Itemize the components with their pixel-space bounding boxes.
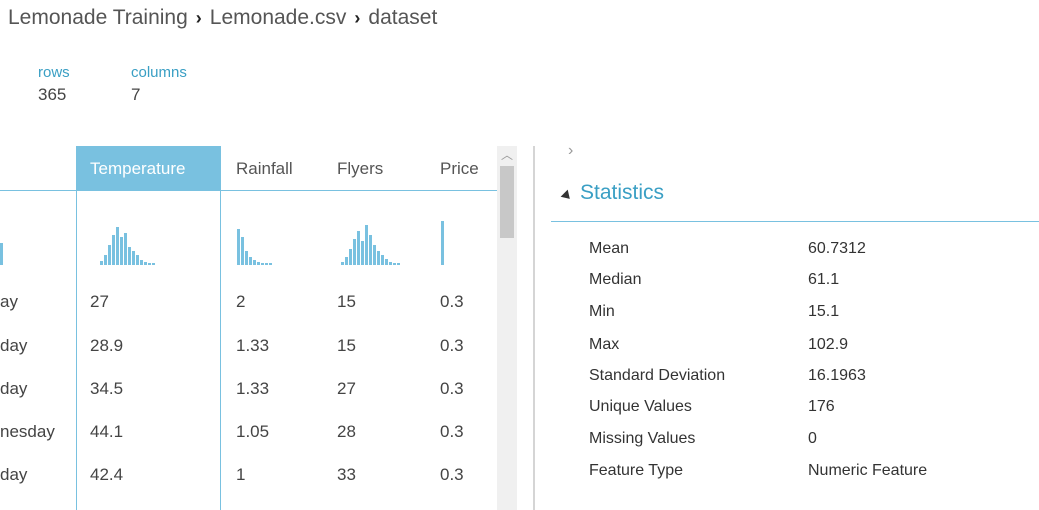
stat-key-mean: Mean	[589, 240, 630, 257]
breadcrumb-item-experiment[interactable]: Lemonade Training	[8, 6, 188, 29]
stat-key-min: Min	[589, 303, 615, 320]
row-label: ay	[0, 292, 18, 311]
panel-divider[interactable]	[533, 146, 535, 510]
cell-price: 0.3	[440, 292, 464, 311]
cell-price: 0.3	[440, 379, 464, 398]
breadcrumb-item-file[interactable]: Lemonade.csv	[210, 6, 347, 29]
rows-value: 365	[38, 85, 67, 104]
histogram-flyers[interactable]	[341, 217, 406, 265]
row-label: day	[0, 379, 28, 398]
cell-rainfall: 2	[236, 292, 246, 311]
column-header-price[interactable]: Price	[440, 146, 479, 191]
column-header-rainfall[interactable]: Rainfall	[236, 146, 293, 191]
column-header-flyers[interactable]: Flyers	[337, 146, 383, 191]
cell-temperature: 44.1	[90, 422, 124, 441]
rows-count: rows 365	[38, 64, 70, 105]
collapse-triangle-icon[interactable]	[560, 189, 574, 203]
cell-temperature: 34.5	[90, 379, 124, 398]
stat-key-max: Max	[589, 336, 620, 353]
statistics-title[interactable]: Statistics	[580, 181, 664, 205]
cell-temperature: 42.4	[90, 465, 124, 484]
cell-rainfall: 1.05	[236, 422, 270, 441]
stat-value-mean: 60.7312	[808, 240, 866, 257]
histogram-temperature[interactable]	[100, 217, 160, 265]
column-header-temperature[interactable]: Temperature	[76, 146, 220, 191]
cell-flyers: 15	[337, 292, 356, 311]
stat-value-max: 102.9	[808, 336, 849, 353]
table-scrollbar[interactable]: ︿	[497, 146, 517, 510]
stat-value-min: 15.1	[808, 303, 840, 320]
cell-flyers: 33	[337, 465, 356, 484]
breadcrumb-item-dataset: dataset	[368, 6, 438, 29]
selected-column-border-right	[220, 146, 221, 510]
cell-rainfall: 1	[236, 465, 246, 484]
stat-value-median: 61.1	[808, 271, 840, 288]
row-label: nesday	[0, 422, 55, 441]
cell-rainfall: 1.33	[236, 336, 270, 355]
cell-price: 0.3	[440, 422, 464, 441]
cell-temperature: 28.9	[90, 336, 124, 355]
columns-label: columns	[131, 64, 187, 81]
stat-value-unique-values: 176	[808, 398, 835, 415]
stat-key-missing-values: Missing Values	[589, 430, 696, 447]
header-divider	[0, 190, 497, 191]
scrollbar-thumb[interactable]	[500, 166, 514, 238]
stat-key-unique-values: Unique Values	[589, 398, 692, 415]
cell-price: 0.3	[440, 336, 464, 355]
cell-flyers: 15	[337, 336, 356, 355]
histogram-price[interactable]	[441, 217, 447, 265]
row-label: day	[0, 336, 28, 355]
stat-value-standard-deviation: 16.1963	[808, 367, 866, 384]
stat-key-feature-type: Feature Type	[589, 462, 683, 479]
cell-price: 0.3	[440, 465, 464, 484]
breadcrumb-separator-icon: ›	[195, 8, 202, 28]
chevron-up-icon[interactable]: ︿	[497, 146, 517, 164]
histogram-row-label-column[interactable]	[0, 217, 10, 265]
statistics-divider	[551, 221, 1039, 222]
columns-value: 7	[131, 85, 141, 104]
selected-column-border-left	[76, 146, 77, 510]
stat-value-feature-type: Numeric Feature	[808, 462, 928, 479]
stat-key-median: Median	[589, 271, 642, 288]
breadcrumb-separator-icon: ›	[354, 8, 361, 28]
row-label: day	[0, 465, 28, 484]
breadcrumb: Lemonade Training › Lemonade.csv › dataset	[8, 6, 437, 30]
rows-label: rows	[38, 64, 70, 81]
chevron-right-icon[interactable]: ›	[568, 142, 573, 160]
cell-temperature: 27	[90, 292, 109, 311]
cell-flyers: 28	[337, 422, 356, 441]
stat-value-missing-values: 0	[808, 430, 817, 447]
stat-key-standard-deviation: Standard Deviation	[589, 367, 726, 384]
cell-flyers: 27	[337, 379, 356, 398]
histogram-rainfall[interactable]	[237, 217, 287, 265]
cell-rainfall: 1.33	[236, 379, 270, 398]
columns-count: columns 7	[131, 64, 187, 105]
